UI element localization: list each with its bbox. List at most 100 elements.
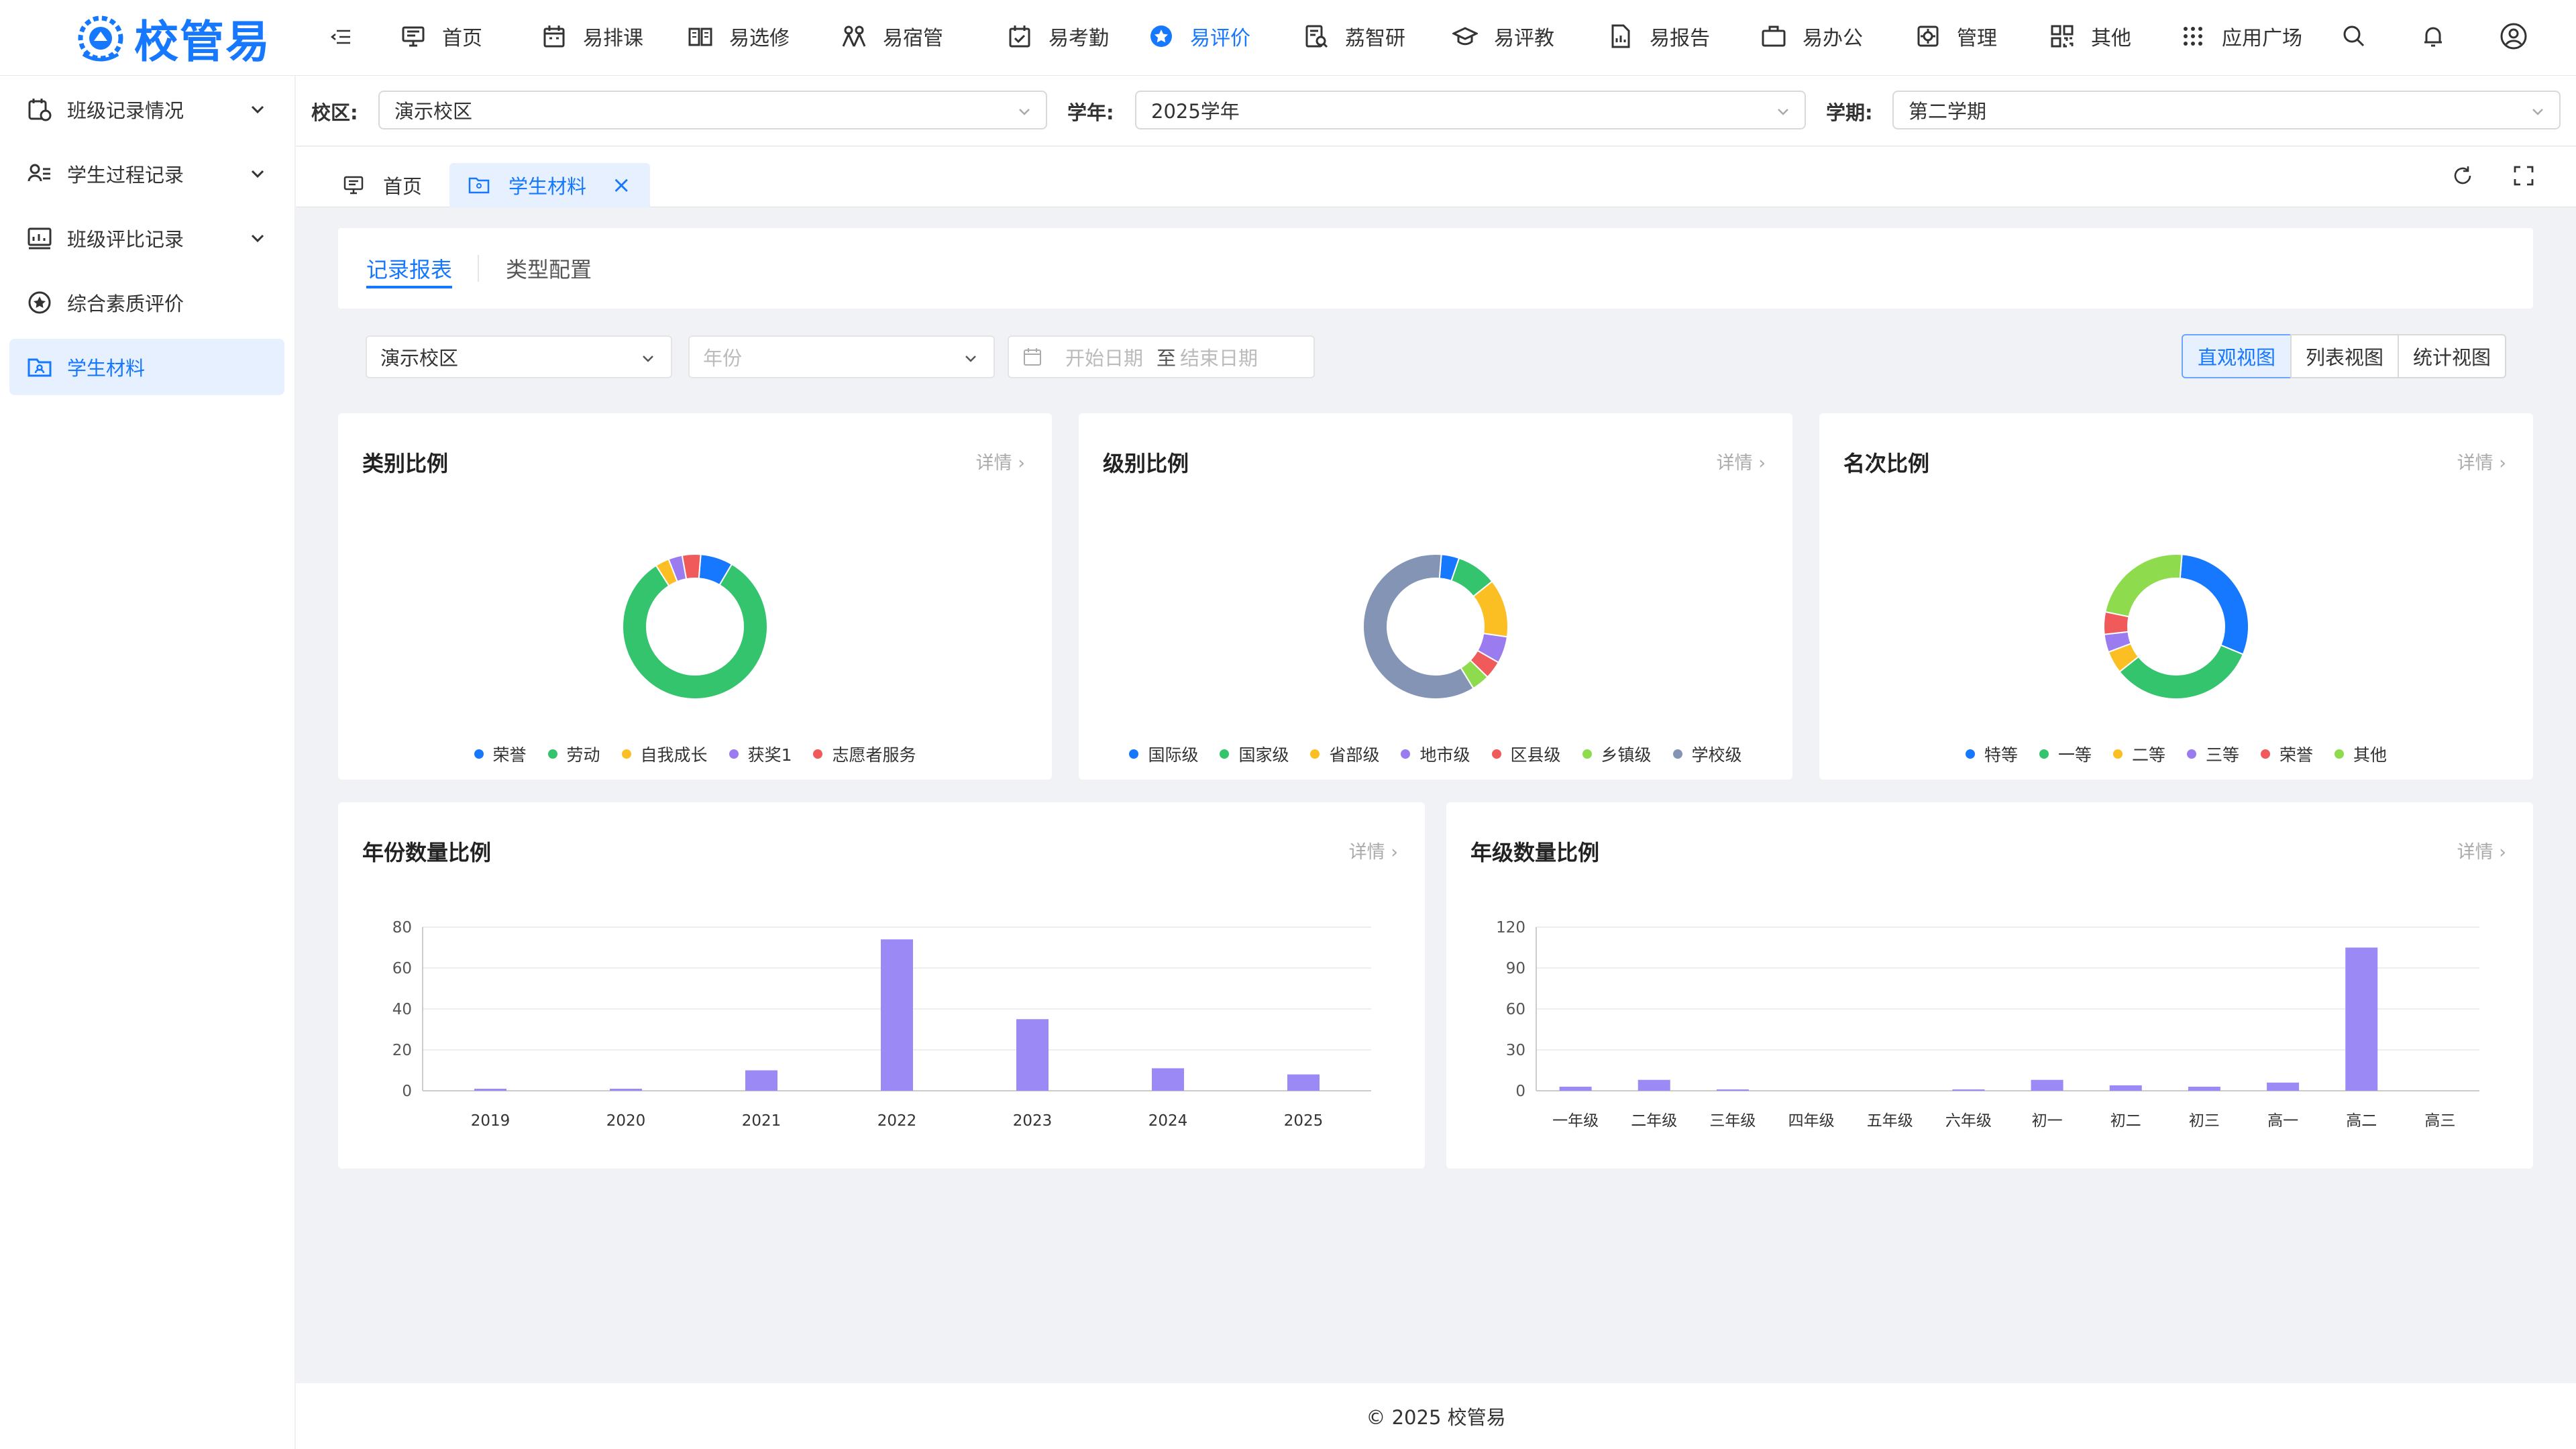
refresh-button[interactable]	[2448, 161, 2477, 191]
legend-item[interactable]: 获奖1	[729, 742, 792, 766]
bar-六年级[interactable]	[1952, 1089, 1985, 1091]
legend-item[interactable]: 其他	[2334, 742, 2387, 766]
sidebar-item-class-records[interactable]: 班级记录情况	[9, 81, 284, 138]
date-separator: 至	[1157, 347, 1177, 370]
bar-2020[interactable]	[610, 1088, 642, 1091]
legend-label: 特等	[1984, 745, 2018, 765]
bar-高二[interactable]	[2345, 947, 2378, 1091]
user-list-icon	[28, 164, 50, 182]
view-visual-button[interactable]: 直观视图	[2182, 334, 2292, 378]
notification-button[interactable]	[2417, 20, 2449, 52]
term-select[interactable]: 第二学期	[1892, 91, 2561, 129]
school-year-select[interactable]: 2025学年	[1135, 91, 1806, 129]
date-range-picker[interactable]: 开始日期 至 结束日期	[1008, 335, 1315, 378]
tab-label: 学生材料	[508, 175, 587, 198]
legend-item[interactable]: 劳动	[547, 742, 600, 766]
details-link[interactable]: 详情 ›	[1717, 448, 1766, 474]
legend-item[interactable]: 三等	[2187, 742, 2239, 766]
y-tick-label: 0	[402, 1083, 412, 1100]
bar-2025[interactable]	[1287, 1074, 1320, 1091]
nav-item-0[interactable]: 首页	[400, 0, 482, 72]
donut-slice-一等[interactable]	[2118, 644, 2245, 700]
legend-label: 劳动	[566, 745, 600, 765]
details-link[interactable]: 详情 ›	[976, 448, 1025, 474]
tab-student-materials[interactable]: 学生材料 ×	[449, 163, 650, 207]
bar-2023[interactable]	[1016, 1019, 1049, 1091]
legend-item[interactable]: 国家级	[1220, 742, 1289, 766]
tab-home[interactable]: 首页	[324, 163, 441, 207]
global-filter-bar: 校区: 演示校区 学年: 2025学年 学期: 第二学期	[296, 76, 2576, 146]
donut-slice-劳动[interactable]	[622, 563, 768, 700]
logo[interactable]: 校管易	[74, 5, 271, 71]
nav-item-3[interactable]: 易宿管	[841, 0, 943, 72]
legend-item[interactable]: 省部级	[1310, 742, 1379, 766]
user-account-button[interactable]	[2498, 20, 2530, 52]
nav-item-8[interactable]: 易报告	[1608, 0, 1710, 72]
donut-slice-特等[interactable]	[2179, 553, 2249, 655]
legend-item[interactable]: 志愿者服务	[813, 742, 916, 766]
legend-item[interactable]: 地市级	[1401, 742, 1470, 766]
bar-高一[interactable]	[2267, 1082, 2300, 1091]
nav-item-10[interactable]: 管理	[1915, 0, 1997, 72]
nav-item-1[interactable]: 易排课	[541, 0, 643, 72]
calendar-icon	[1024, 348, 1041, 366]
collapse-menu-button[interactable]	[325, 20, 358, 54]
nav-item-7[interactable]: 易评教	[1452, 0, 1554, 72]
bar-2024[interactable]	[1152, 1068, 1184, 1091]
year-filter-select[interactable]: 年份	[688, 335, 995, 378]
legend-dot	[1672, 749, 1682, 759]
legend-item[interactable]: 二等	[2112, 742, 2165, 766]
end-date-placeholder[interactable]: 结束日期	[1180, 343, 1258, 371]
legend-item[interactable]: 学校级	[1672, 742, 1742, 766]
bar-2022[interactable]	[881, 939, 913, 1091]
bar-初一[interactable]	[2031, 1079, 2063, 1091]
grade-bar-chart: 0 30 60 90 120 一年级 二年级 三年级 四年级 五年级 六年级 初一 初二 初三 高一 高二 高三	[1496, 919, 2479, 1130]
close-tab-icon[interactable]: ×	[612, 172, 631, 199]
nav-item-11[interactable]: 其他	[2049, 0, 2131, 72]
legend-item[interactable]: 荣誉	[2261, 742, 2313, 766]
tab-records-report[interactable]: 记录报表	[366, 228, 453, 309]
legend-item[interactable]: 国际级	[1129, 742, 1198, 766]
bar-一年级[interactable]	[1559, 1086, 1592, 1091]
sidebar-item-class-ranking[interactable]: 班级评比记录	[9, 210, 284, 266]
legend-label: 区县级	[1510, 745, 1561, 765]
bar-2019[interactable]	[474, 1088, 506, 1091]
fullscreen-button[interactable]	[2509, 161, 2538, 191]
start-date-placeholder[interactable]: 开始日期	[1065, 343, 1143, 371]
legend-item[interactable]: 区县级	[1491, 742, 1561, 766]
bar-二年级[interactable]	[1638, 1079, 1670, 1091]
bar-初二[interactable]	[2109, 1085, 2142, 1091]
legend-label: 三等	[2206, 745, 2240, 765]
tab-type-config[interactable]: 类型配置	[506, 228, 592, 309]
legend-item[interactable]: 荣誉	[474, 742, 527, 766]
search-button[interactable]	[2338, 20, 2370, 52]
nav-item-9[interactable]: 易办公	[1761, 0, 1863, 72]
view-list-button[interactable]: 列表视图	[2290, 334, 2399, 378]
campus-select[interactable]: 演示校区	[378, 91, 1047, 129]
legend-item[interactable]: 自我成长	[621, 742, 708, 766]
nav-item-5[interactable]: 易评价	[1148, 0, 1250, 72]
bar-2021[interactable]	[745, 1070, 777, 1091]
bar-三年级[interactable]	[1716, 1089, 1749, 1091]
sidebar-item-student-materials[interactable]: 学生材料	[9, 339, 284, 395]
star-circle-icon	[28, 291, 51, 314]
tab-label: 首页	[383, 175, 423, 198]
nav-item-6[interactable]: 荔智研	[1303, 0, 1405, 72]
details-link[interactable]: 详情 ›	[2457, 448, 2506, 474]
view-stats-button[interactable]: 统计视图	[2398, 334, 2506, 378]
footer: © 2025 校管易	[296, 1383, 2576, 1449]
research-icon	[1305, 25, 1328, 48]
donut-slice-其他[interactable]	[2104, 553, 2183, 618]
campus-filter-select[interactable]: 演示校区	[366, 335, 672, 378]
nav-item-4[interactable]: 易考勤	[1007, 0, 1109, 72]
nav-item-2[interactable]: 易选修	[688, 0, 790, 72]
bar-初三[interactable]	[2188, 1086, 2220, 1091]
sidebar-item-comprehensive-evaluation[interactable]: 综合素质评价	[9, 274, 284, 331]
legend-item[interactable]: 乡镇级	[1582, 742, 1652, 766]
nav-item-12[interactable]: 应用广场	[2180, 0, 2302, 72]
legend-item[interactable]: 特等	[1965, 742, 2018, 766]
legend-item[interactable]: 一等	[2039, 742, 2092, 766]
sidebar-item-student-process[interactable]: 学生过程记录	[9, 146, 284, 202]
campus-filter-value: 演示校区	[380, 347, 459, 370]
menu-fold-icon	[330, 30, 350, 44]
